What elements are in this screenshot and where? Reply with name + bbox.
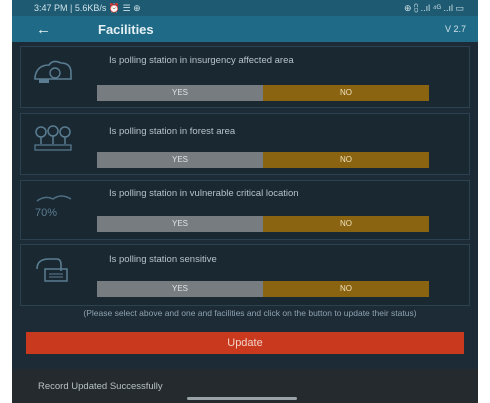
back-arrow-icon[interactable]: ← <box>36 21 66 38</box>
toast-text: Record Updated Successfully <box>38 381 163 392</box>
facility-question: Is polling station in forest area <box>109 126 236 137</box>
phone-screen: 3:47 PM | 5.6KB/s ⏰ ☰ ⊕ ⊕ ⩉ ..ıl ⁴ᴳ ..ıl… <box>12 0 478 403</box>
facility-card-insurgency: Is polling station in insurgency affecte… <box>20 46 470 108</box>
yes-no-toggle: YES NO <box>97 281 429 297</box>
yes-button[interactable]: YES <box>97 85 263 101</box>
yes-no-toggle: YES NO <box>97 152 429 168</box>
version-label: V 2.7 <box>444 24 466 34</box>
app-bar: ← Facilities V 2.7 <box>12 16 478 42</box>
yes-no-toggle: YES NO <box>97 85 429 101</box>
no-button[interactable]: NO <box>263 216 429 232</box>
yes-button[interactable]: YES <box>97 281 263 297</box>
vulnerable-icon-text: 70% <box>35 207 57 219</box>
status-bar: 3:47 PM | 5.6KB/s ⏰ ☰ ⊕ ⊕ ⩉ ..ıl ⁴ᴳ ..ıl… <box>12 0 478 16</box>
page-title: Facilities <box>98 21 154 37</box>
yes-button[interactable]: YES <box>97 152 263 168</box>
forest-icon <box>34 125 72 151</box>
facility-card-vulnerable: 70% Is polling station in vulnerable cri… <box>20 180 470 240</box>
no-button[interactable]: NO <box>263 152 429 168</box>
status-right: ⊕ ⩉ ..ıl ⁴ᴳ ..ıl ▭ <box>404 2 464 13</box>
insurgency-icon <box>34 60 72 83</box>
sensitive-icon <box>36 258 68 282</box>
facility-question: Is polling station in vulnerable critica… <box>109 188 299 199</box>
vulnerable-icon: 70% <box>35 195 72 219</box>
instruction-note: (Please select above and one and facilit… <box>83 308 417 318</box>
facility-question: Is polling station in insurgency affecte… <box>109 55 294 66</box>
home-indicator[interactable] <box>187 397 297 400</box>
facility-card-forest: Is polling station in forest area YES NO <box>20 113 470 175</box>
no-button[interactable]: NO <box>263 281 429 297</box>
facility-card-sensitive: Is polling station sensitive YES NO <box>20 244 470 306</box>
no-button[interactable]: NO <box>263 85 429 101</box>
yes-button[interactable]: YES <box>97 216 263 232</box>
update-button[interactable]: Update <box>26 332 464 354</box>
status-left: 3:47 PM | 5.6KB/s ⏰ ☰ ⊕ <box>34 2 141 13</box>
facility-question: Is polling station sensitive <box>109 254 217 265</box>
yes-no-toggle: YES NO <box>97 216 429 232</box>
